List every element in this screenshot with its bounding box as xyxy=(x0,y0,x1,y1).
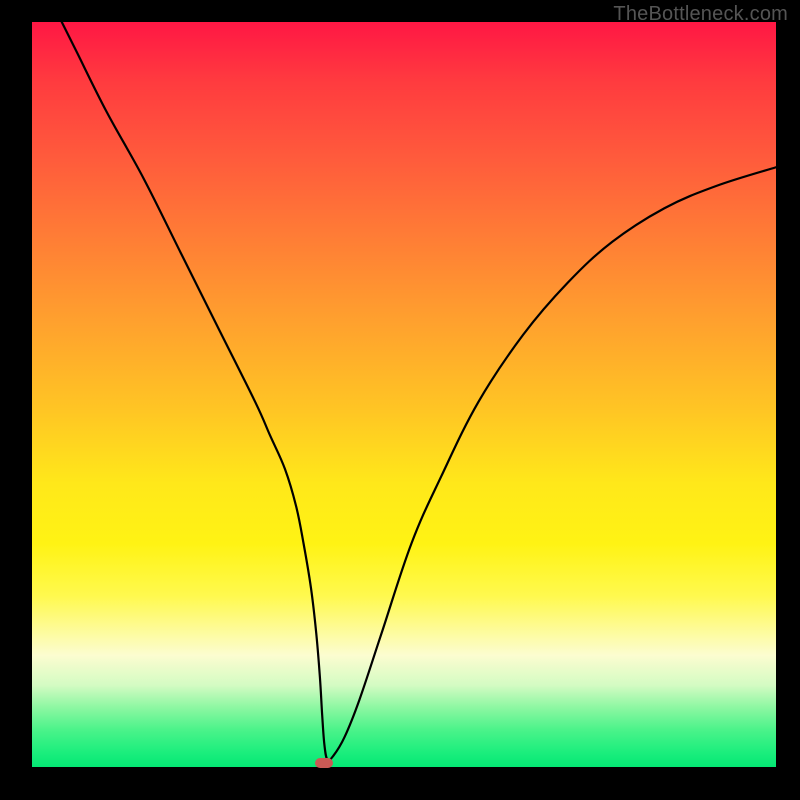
chart-container: TheBottleneck.com xyxy=(0,0,800,800)
plot-area xyxy=(32,22,776,767)
optimal-marker xyxy=(315,758,333,768)
bottleneck-curve xyxy=(32,22,776,767)
attribution-label: TheBottleneck.com xyxy=(613,3,788,26)
